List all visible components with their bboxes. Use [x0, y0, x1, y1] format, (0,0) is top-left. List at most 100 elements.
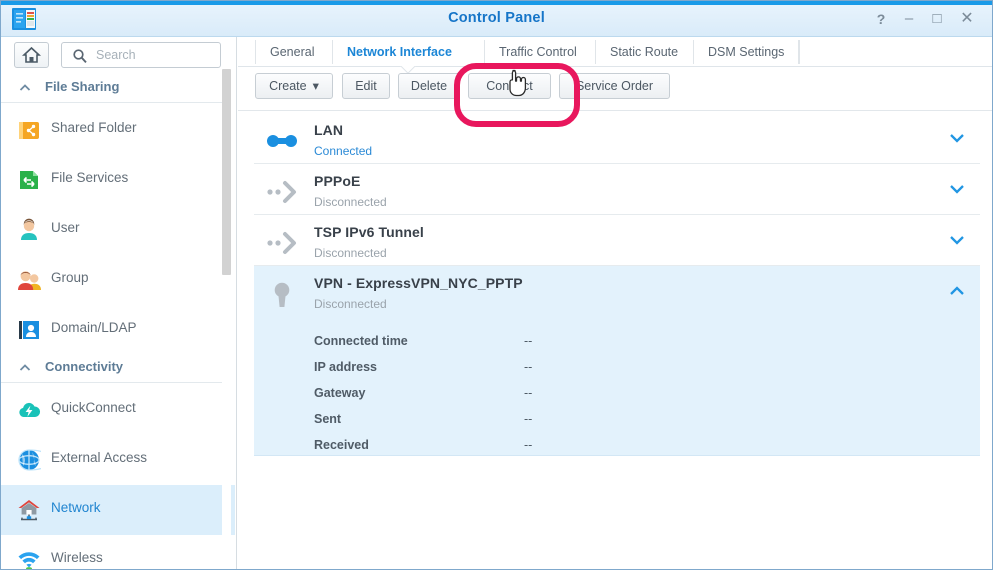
file-services-icon [17, 168, 41, 192]
maximize-button[interactable]: □ [926, 9, 948, 29]
sidebar-item-group[interactable]: Group [1, 255, 235, 305]
detail-label: IP address [314, 360, 378, 374]
detail-label: Gateway [314, 386, 366, 400]
shared-folder-icon [17, 118, 41, 142]
network-interface-list: LAN Connected PPPoE Disconnected TSP IPv… [254, 113, 980, 456]
page-title: Control Panel [448, 10, 545, 26]
tab-bar-end-divider [798, 40, 800, 64]
sidebar-section-file-sharing[interactable]: File Sharing [1, 75, 223, 103]
interface-row-vpn[interactable]: VPN - ExpressVPN_NYC_PPTP Disconnected C… [254, 266, 980, 456]
search-placeholder: Search [96, 48, 136, 62]
sidebar-item-user[interactable]: User [1, 205, 235, 255]
search-input[interactable]: Search [61, 42, 221, 68]
lan-link-icon [264, 125, 300, 157]
tab-static-route[interactable]: Static Route [595, 40, 692, 64]
interface-name: PPPoE [314, 173, 361, 189]
detail-value: -- [524, 386, 533, 400]
title-bar: Control Panel ? – □ ✕ [1, 1, 992, 37]
vpn-key-icon [264, 278, 300, 310]
interface-name: TSP IPv6 Tunnel [314, 224, 424, 240]
interface-status: Disconnected [314, 195, 387, 209]
title-bar-accent [1, 1, 992, 5]
pppoe-arrow-icon [264, 176, 300, 208]
create-button-label: Create [269, 79, 307, 93]
sidebar-item-label: User [51, 220, 80, 235]
sidebar-item-external-access[interactable]: External Access [1, 435, 235, 485]
chevron-up-icon [19, 364, 31, 371]
interface-name: LAN [314, 122, 344, 138]
main-panel: General Network Interface Traffic Contro… [238, 37, 992, 569]
detail-row-connected-time: Connected time -- [254, 331, 980, 357]
sidebar-item-label: QuickConnect [51, 400, 136, 415]
detail-row-gateway: Gateway -- [254, 383, 980, 409]
vpn-detail-list: Connected time -- IP address -- Gateway … [254, 323, 980, 475]
search-icon [73, 49, 87, 64]
tab-bar: General Network Interface Traffic Contro… [238, 37, 992, 67]
sidebar-item-label: Domain/LDAP [51, 320, 137, 335]
sidebar-section-label: Connectivity [45, 359, 124, 374]
connect-button[interactable]: Connect [468, 73, 551, 99]
detail-row-ip-address: IP address -- [254, 357, 980, 383]
domain-ldap-icon [17, 318, 41, 342]
detail-label: Connected time [314, 334, 408, 348]
control-panel-window: Control Panel ? – □ ✕ Search File Sharin… [0, 0, 993, 570]
create-button[interactable]: Create ▾ [255, 73, 333, 99]
interface-name: VPN - ExpressVPN_NYC_PPTP [314, 275, 523, 291]
globe-icon [17, 448, 53, 472]
sidebar-item-label: Network [51, 500, 101, 515]
interface-row-pppoe[interactable]: PPPoE Disconnected [254, 164, 980, 215]
sidebar-scrollbar-thumb[interactable] [222, 69, 231, 275]
tab-dsm-settings[interactable]: DSM Settings [693, 40, 798, 64]
chevron-down-icon[interactable] [948, 182, 966, 196]
sidebar-item-domain-ldap[interactable]: Domain/LDAP [1, 305, 235, 355]
chevron-up-icon [19, 84, 31, 91]
sidebar-search-row: Search [1, 37, 236, 73]
network-house-icon [17, 498, 41, 522]
sidebar-section-label: File Sharing [45, 79, 120, 94]
close-button[interactable]: ✕ [956, 9, 978, 29]
tab-traffic-control[interactable]: Traffic Control [484, 40, 591, 64]
detail-value: -- [524, 334, 533, 348]
chevron-down-icon: ▾ [312, 79, 319, 94]
sidebar-item-network[interactable]: Network [1, 485, 235, 535]
chevron-down-icon[interactable] [948, 131, 966, 145]
group-icon [17, 268, 41, 292]
chevron-up-icon[interactable] [948, 284, 966, 298]
interface-status: Connected [314, 144, 373, 158]
help-button[interactable]: ? [870, 9, 892, 29]
quickconnect-cloud-icon [17, 398, 41, 422]
sidebar: Search File Sharing Shared Folder File S… [1, 37, 237, 569]
chevron-down-icon[interactable] [948, 233, 966, 247]
minimize-button[interactable]: – [898, 9, 920, 29]
sidebar-item-label: Group [51, 270, 89, 285]
edit-button[interactable]: Edit [342, 73, 390, 99]
detail-value: -- [524, 438, 533, 452]
home-button[interactable] [14, 42, 49, 68]
detail-value: -- [524, 412, 533, 426]
detail-label: Sent [314, 412, 342, 426]
sidebar-item-label: External Access [51, 450, 148, 465]
detail-value: -- [524, 360, 533, 374]
tab-general[interactable]: General [255, 40, 328, 64]
tunnel-arrow-icon [264, 227, 300, 259]
sidebar-item-quickconnect[interactable]: QuickConnect [1, 385, 235, 435]
detail-row-sent: Sent -- [254, 409, 980, 435]
interface-row-lan[interactable]: LAN Connected [254, 113, 980, 164]
interface-row-tsp-ipv6-tunnel[interactable]: TSP IPv6 Tunnel Disconnected [254, 215, 980, 266]
detail-row-received: Received -- [254, 435, 980, 461]
sidebar-item-label: Wireless [51, 550, 103, 565]
tab-network-interface[interactable]: Network Interface [332, 40, 466, 64]
detail-label: Received [314, 438, 369, 452]
sidebar-item-shared-folder[interactable]: Shared Folder [1, 105, 235, 155]
service-order-button[interactable]: Service Order [559, 73, 670, 99]
sidebar-item-file-services[interactable]: File Services [1, 155, 235, 205]
interface-status: Disconnected [314, 246, 387, 260]
wifi-icon [17, 548, 41, 569]
sidebar-item-label: Shared Folder [51, 120, 137, 135]
sidebar-item-wireless[interactable]: Wireless [1, 535, 235, 569]
sidebar-item-label: File Services [51, 170, 129, 185]
sidebar-section-connectivity[interactable]: Connectivity [1, 355, 223, 383]
interface-status: Disconnected [314, 297, 387, 311]
delete-button[interactable]: Delete [398, 73, 460, 99]
tab-underline [238, 66, 992, 67]
